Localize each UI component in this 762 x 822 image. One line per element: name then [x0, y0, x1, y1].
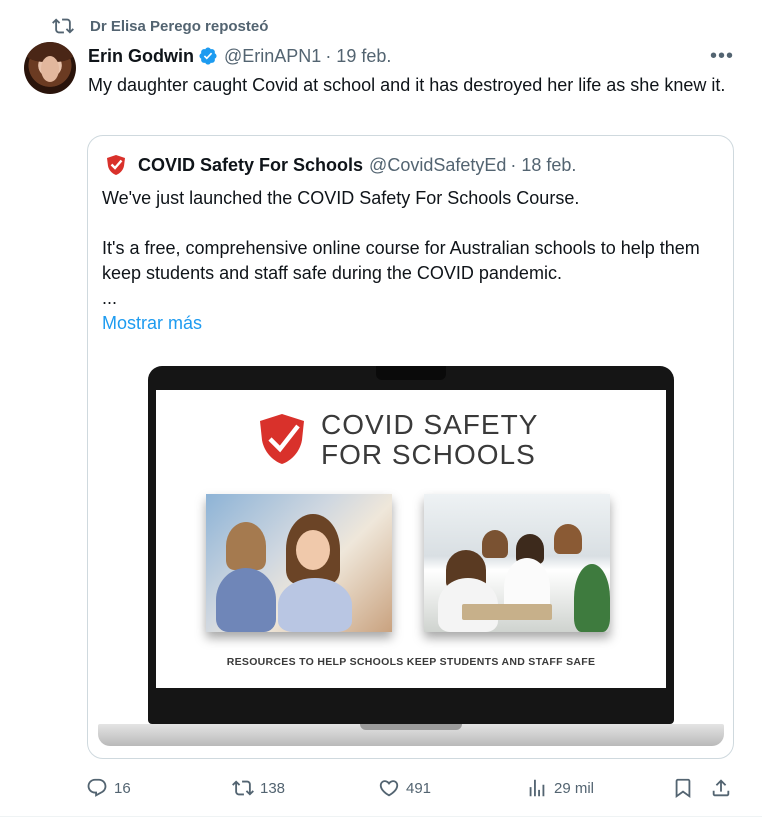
bookmark-button[interactable] [672, 772, 700, 804]
classroom-photo-2 [424, 494, 610, 632]
repost-icon [232, 780, 254, 796]
repost-indicator[interactable]: Dr Elisa Perego reposteó [52, 14, 268, 38]
verified-badge-icon[interactable] [198, 46, 218, 66]
tweet-text: My daughter caught Covid at school and i… [88, 75, 726, 95]
tweet-date[interactable]: · 19 feb. [325, 46, 391, 67]
quote-ellipsis: ... [102, 288, 118, 308]
author-handle[interactable]: @ErinAPN1 [224, 46, 321, 67]
reply-icon [87, 778, 107, 797]
views-chart-icon [529, 779, 545, 797]
quote-author-handle[interactable]: @CovidSafetyEd [369, 155, 506, 176]
laptop-screen: COVID SAFETY FOR SCHOOLS RESOURCES TO HE… [156, 390, 666, 688]
divider [0, 816, 762, 817]
views-button[interactable]: 29 mil [526, 772, 594, 804]
tweet-header: Erin Godwin @ErinAPN1 · 19 feb. [88, 42, 391, 70]
like-button[interactable]: 491 [378, 772, 431, 804]
reply-count: 16 [114, 779, 131, 797]
author-name[interactable]: Erin Godwin [88, 46, 194, 67]
quote-paragraph-1: We've just launched the COVID Safety For… [102, 188, 580, 208]
laptop-base [98, 724, 724, 746]
quote-paragraph-2: It's a free, comprehensive online course… [102, 238, 700, 283]
repost-count: 138 [260, 779, 286, 797]
bookmark-icon [675, 778, 691, 799]
reply-button[interactable]: 16 [86, 772, 131, 804]
repost-button[interactable]: 138 [232, 772, 285, 804]
avatar[interactable] [24, 42, 76, 94]
repost-icon [52, 18, 74, 34]
quote-date[interactable]: · 18 feb. [510, 155, 576, 176]
quote-media-image[interactable]: COVID SAFETY FOR SCHOOLS RESOURCES TO HE… [98, 364, 724, 754]
share-icon [712, 779, 730, 797]
shield-check-graphic-icon [260, 414, 304, 464]
image-title: COVID SAFETY FOR SCHOOLS [321, 409, 539, 470]
more-options-icon[interactable]: ••• [708, 44, 736, 68]
quoted-tweet[interactable]: COVID Safety For Schools @CovidSafetyEd … [87, 135, 734, 759]
share-button[interactable] [710, 772, 738, 804]
laptop-lid: COVID SAFETY FOR SCHOOLS RESOURCES TO HE… [148, 366, 674, 724]
views-count: 29 mil [554, 779, 595, 797]
image-footer-text: RESOURCES TO HELP SCHOOLS KEEP STUDENTS … [226, 656, 596, 668]
shield-check-logo-icon [107, 155, 125, 175]
heart-icon [379, 780, 399, 797]
show-more-link[interactable]: Mostrar más [102, 311, 712, 336]
classroom-photo-1 [206, 494, 392, 632]
quote-author-name[interactable]: COVID Safety For Schools [138, 155, 363, 176]
repost-label: Dr Elisa Perego reposteó [90, 17, 269, 35]
quote-text: We've just launched the COVID Safety For… [102, 186, 712, 336]
quote-header: COVID Safety For Schools @CovidSafetyEd … [104, 152, 576, 178]
like-count: 491 [406, 779, 432, 797]
action-bar: 16 138 491 29 mil [86, 772, 736, 804]
